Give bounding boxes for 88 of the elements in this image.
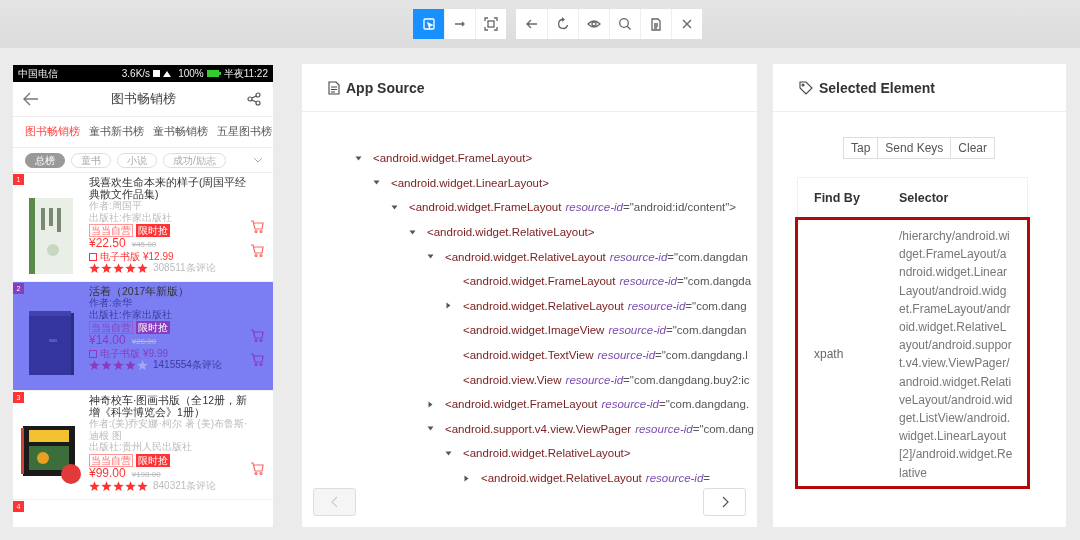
list-price: ¥28.00 [131,337,157,347]
author-text: 作者:余华 [89,297,133,309]
caret-down-icon[interactable] [427,425,434,433]
ebook-price: ¥12.99 [143,250,174,263]
list-tab[interactable]: 图书畅销榜 [25,125,80,139]
promo-tag: 当当自营 [89,453,133,467]
tap-region-button[interactable] [475,9,506,39]
xml-node[interactable]: <android.widget.FrameLayout resource-id="com.dangda [463,275,752,288]
caret-down-icon[interactable] [427,253,434,261]
column-header: Selector [899,190,950,205]
battery-percent: 100% [178,68,204,79]
screen-title: 图书畅销榜 [110,90,176,108]
xml-node[interactable]: <android.widget.RelativeLayout> [427,226,595,239]
price: ¥14.00 [89,334,126,348]
selector-row[interactable] [795,217,1030,489]
ebook-label: 电子书版 [100,347,140,360]
review-count: 1415554条评论 [153,359,222,371]
search-icon [618,17,632,31]
crop-frame-icon [484,17,498,31]
share-icon[interactable] [247,92,261,106]
cart-icon[interactable] [249,460,265,476]
xml-node[interactable]: <android.widget.RelativeLayout resource-id="com.dangdan [445,250,748,263]
ebook-label: 电子书版 [100,250,140,263]
xml-node[interactable]: <android.widget.FrameLayout> [373,152,533,165]
xml-node[interactable]: <android.widget.RelativeLayout resource-id= [481,472,711,484]
xml-node[interactable]: <android.widget.LinearLayout> [391,176,549,189]
caret-right-icon[interactable] [427,400,434,408]
list-price: ¥45.00 [131,240,157,250]
close-icon [680,17,694,31]
panel-title: Selected Element [819,79,935,96]
action-button[interactable]: Clear [950,137,996,159]
xml-node[interactable]: <android.widget.ImageView resource-id="com.dangdan [463,324,747,337]
chevron-down-icon[interactable] [253,157,263,163]
ebook-price: ¥9.99 [143,347,169,360]
chevron-left-icon [330,496,339,508]
book-title: 神奇校车·图画书版（全12册，新增《科学博览会》1册） [89,394,249,419]
cart-icon[interactable] [249,242,265,258]
list-tab[interactable]: 童书新书榜 [89,125,144,139]
book-title: 活着（2017年新版） [89,285,191,298]
caret-down-icon[interactable] [391,204,398,211]
table-cell-text: /hierarchy/android.widget.FrameLayout/android.widget.LinearLayout/android.widget.FrameLayout/android.widget.RelativeLayout/android.support.v4.view.ViewPager/android.widget.RelativeLayout/android.widget.ListView/android.widget.LinearLayout[2]/android.widget.Relative [899,228,1014,482]
column-header: Find By [813,190,861,205]
list-price: ¥198.00 [131,469,161,479]
caret-right-icon[interactable] [463,474,470,482]
promo-tag: 限时抢 [136,321,170,335]
xml-node[interactable]: <android.widget.TextView resource-id="com.dangdang.l [463,349,748,362]
battery-icon [206,70,221,77]
table-cell-text: xpath [813,347,845,362]
select-mode-button[interactable] [413,9,444,39]
tag-icon [799,80,813,95]
xml-node[interactable]: <android.widget.FrameLayout resource-id="com.dangdang. [445,398,750,411]
review-count: 308511条评论 [153,262,216,274]
promo-tag: 限时抢 [136,453,170,467]
panel-title: App Source [346,79,425,96]
book-title: 我喜欢生命本来的样子(周国平经典散文作品集) [89,176,248,201]
action-button[interactable]: Tap [842,137,879,159]
carrier-label: 中国电信 [18,66,58,81]
review-count: 840321条评论 [153,480,217,492]
back-arrow-icon[interactable] [23,92,39,106]
xml-node[interactable]: <android.widget.FrameLayout resource-id="android:id/content"> [409,201,737,214]
list-tab[interactable]: 五星图书榜 [217,125,272,139]
xml-node[interactable]: <android.view.View resource-id="com.dangdang.buy2:ic [463,373,750,386]
publisher-text: 出版社:作家出版社 [89,211,173,224]
document-icon [649,17,663,31]
promo-tag: 限时抢 [136,224,170,238]
action-button[interactable]: Send Keys [877,137,952,159]
xml-node[interactable]: <android.support.v4.view.ViewPager resource-id="com.dang [445,422,754,435]
caret-down-icon[interactable] [355,154,362,162]
caret-right-icon[interactable] [445,302,452,310]
network-speed: 3.6K/s [121,68,151,79]
price: ¥99.00 [89,466,126,481]
eye-icon [587,17,601,31]
publisher-text: 出版社:作家出版社 [89,308,173,321]
cursor-square-icon [421,17,436,31]
xml-node[interactable]: <android.widget.RelativeLayout resource-id="com.dang [463,299,747,312]
caret-down-icon[interactable] [445,449,452,457]
promo-tag: 当当自营 [89,224,133,238]
caret-down-icon[interactable] [373,179,380,187]
xml-node[interactable]: <android.widget.RelativeLayout> [463,447,631,460]
caret-down-icon[interactable] [409,228,416,236]
document-icon [328,80,340,95]
clock: 半夜11:22 [223,66,268,81]
price: ¥22.50 [89,237,126,251]
chevron-right-icon [720,496,729,508]
refresh-icon [556,17,570,31]
list-tab[interactable]: 童书畅销榜 [153,125,208,139]
back-arrow-icon [524,17,539,31]
cart-icon[interactable] [249,218,265,234]
